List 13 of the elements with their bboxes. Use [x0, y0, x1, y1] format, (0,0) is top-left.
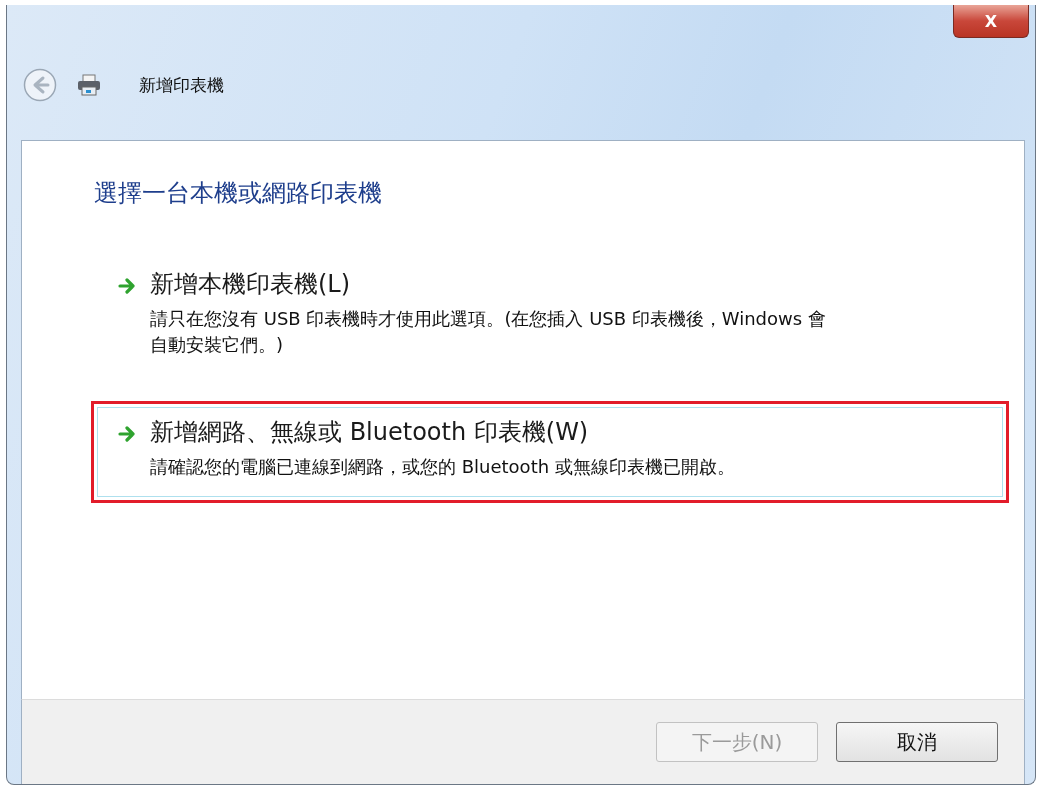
option-description: 請只在您沒有 USB 印表機時才使用此選項。(在您插入 USB 印表機後，Windows 會自動安裝它們。) [150, 307, 827, 358]
option-item[interactable]: 新增本機印表機(L) 請只在您沒有 USB 印表機時才使用此選項。(在您插入 USB 印表機後，Windows 會自動安裝它們。) [91, 253, 1009, 382]
dialog-button[interactable]: 取消 [836, 722, 998, 762]
close-button[interactable]: X [953, 5, 1029, 38]
option-title: 新增本機印表機(L) [150, 269, 352, 300]
window-title: 新增印表機 [139, 73, 224, 97]
option-title: 新增網路、無線或 Bluetooth 印表機(W) [150, 417, 590, 449]
page-heading: 選擇一台本機或網路印表機 [94, 178, 383, 209]
option-item[interactable]: 新增網路、無線或 Bluetooth 印表機(W) 請確認您的電腦已連線到網路，或您的 Bluetooth 或無線印表機已開啟。 [91, 401, 1009, 504]
arrow-icon [118, 426, 136, 443]
printer-icon [77, 74, 101, 96]
option-description: 請確認您的電腦已連線到網路，或您的 Bluetooth 或無線印表機已開啟。 [150, 455, 736, 480]
arrow-icon [118, 278, 136, 294]
